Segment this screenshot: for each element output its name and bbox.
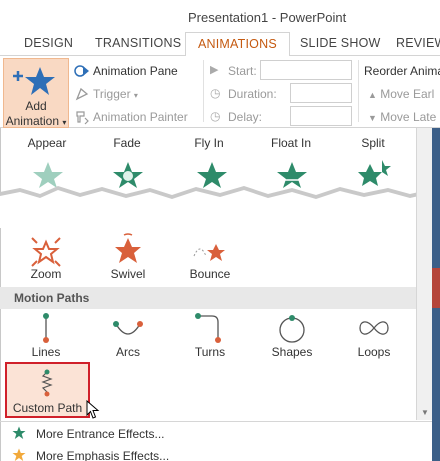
- torn-edge: [0, 186, 432, 228]
- tab-review[interactable]: REVIEW: [396, 36, 440, 50]
- motion-paths-title: Motion Paths: [14, 291, 90, 305]
- title-bar: Presentation1 - PowerPoint: [0, 0, 440, 32]
- emphasis-star-icon: [12, 448, 26, 461]
- trigger-caret-icon: ▾: [133, 91, 138, 100]
- add-animation-star-icon: [13, 67, 55, 95]
- move-earlier-button[interactable]: ▲ Move Earl: [368, 87, 434, 101]
- animation-painter-icon: [76, 111, 89, 125]
- custom-path-icon: [41, 369, 53, 397]
- mouse-cursor-icon: [86, 400, 100, 419]
- menu-separator: [0, 421, 432, 422]
- more-entrance-effects-label: More Entrance Effects...: [36, 427, 165, 441]
- effect-appear[interactable]: Appear: [12, 136, 82, 150]
- more-entrance-effects-item[interactable]: More Entrance Effects...: [0, 423, 432, 443]
- more-emphasis-effects-label: More Emphasis Effects...: [36, 449, 170, 461]
- delay-field[interactable]: [290, 106, 352, 126]
- duration-label: Duration:: [228, 87, 277, 101]
- start-play-icon: ▶: [210, 64, 219, 76]
- more-emphasis-effects-item[interactable]: More Emphasis Effects...: [0, 445, 432, 461]
- delay-clock-icon: ◷: [210, 109, 221, 123]
- tab-transitions[interactable]: TRANSITIONS: [95, 36, 181, 50]
- animation-pane-icon: [74, 65, 89, 77]
- effect-bounce[interactable]: Bounce: [175, 267, 245, 281]
- effect-float-in[interactable]: Float In: [256, 136, 326, 150]
- animation-painter-button[interactable]: Animation Painter: [93, 110, 188, 124]
- zoom-star-icon: [31, 237, 61, 267]
- effect-zoom[interactable]: Zoom: [11, 267, 81, 281]
- path-shapes[interactable]: Shapes: [257, 345, 327, 359]
- animation-pane-button[interactable]: Animation Pane: [93, 64, 178, 78]
- ribbon-animations: Add Animation ▾ Animation Pane Trigger ▾…: [0, 56, 440, 128]
- add-animation-button[interactable]: Add Animation ▾: [3, 58, 69, 128]
- swivel-star-icon: [115, 233, 141, 263]
- add-animation-label-line1: Add: [25, 99, 47, 113]
- add-animation-label-line2: Animation ▾: [5, 114, 67, 128]
- delay-label: Delay:: [228, 110, 263, 124]
- up-arrow-icon: ▲: [368, 90, 377, 100]
- gallery-scrollbar[interactable]: ▼: [416, 128, 432, 420]
- start-label: Start:: [228, 64, 257, 78]
- turns-path-icon: [195, 313, 221, 343]
- shapes-path-icon: [279, 315, 305, 343]
- entrance-star-icon: [12, 426, 26, 439]
- reorder-animation-label: Reorder Anima: [364, 64, 440, 78]
- start-dropdown[interactable]: [260, 60, 352, 80]
- effect-fly-in[interactable]: Fly In: [174, 136, 244, 150]
- motion-paths-header: Motion Paths: [0, 287, 416, 309]
- effect-swivel[interactable]: Swivel: [93, 267, 163, 281]
- ribbon-separator: [203, 60, 204, 122]
- duration-clock-icon: ◷: [210, 86, 221, 100]
- window-title: Presentation1 - PowerPoint: [188, 10, 347, 25]
- trigger-icon: [75, 87, 89, 101]
- slide-edge-strip: [432, 128, 440, 461]
- custom-path-button[interactable]: Custom Path: [5, 362, 90, 418]
- tab-slide-show[interactable]: SLIDE SHOW: [300, 36, 381, 50]
- tab-design[interactable]: DESIGN: [24, 36, 73, 50]
- effect-split[interactable]: Split: [338, 136, 408, 150]
- down-arrow-icon: ▼: [368, 113, 377, 123]
- path-turns[interactable]: Turns: [175, 345, 245, 359]
- ribbon-separator: [358, 60, 359, 122]
- lines-path-icon: [43, 313, 49, 343]
- duration-field[interactable]: [290, 83, 352, 103]
- dropdown-caret-icon: ▾: [62, 118, 67, 127]
- slide-edge-accent: [432, 268, 440, 308]
- path-arcs[interactable]: Arcs: [93, 345, 163, 359]
- powerpoint-window: Presentation1 - PowerPoint DESIGN TRANSI…: [0, 0, 440, 461]
- ribbon-tabs: DESIGN TRANSITIONS ANIMATIONS SLIDE SHOW…: [0, 32, 440, 57]
- move-later-button[interactable]: ▼ Move Late: [368, 110, 436, 124]
- path-loops[interactable]: Loops: [339, 345, 409, 359]
- arcs-path-icon: [113, 321, 143, 335]
- custom-path-label: Custom Path: [12, 401, 83, 415]
- tab-animations[interactable]: ANIMATIONS: [185, 32, 290, 57]
- path-lines[interactable]: Lines: [11, 345, 81, 359]
- trigger-button[interactable]: Trigger ▾: [93, 87, 138, 101]
- loops-path-icon: [359, 321, 389, 335]
- scroll-down-icon[interactable]: ▼: [417, 406, 433, 420]
- effect-fade[interactable]: Fade: [92, 136, 162, 150]
